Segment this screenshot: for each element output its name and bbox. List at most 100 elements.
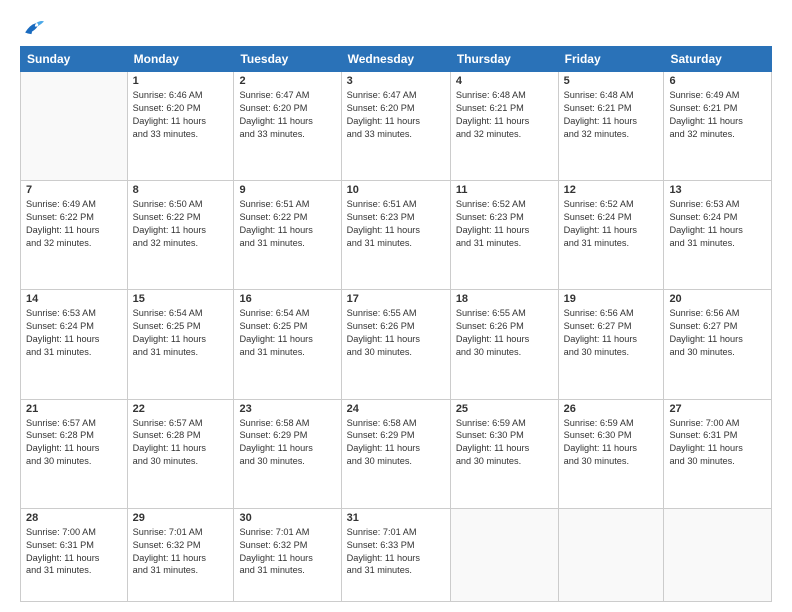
day-info: Sunrise: 6:53 AMSunset: 6:24 PMDaylight:… [26,307,122,359]
calendar-cell: 5Sunrise: 6:48 AMSunset: 6:21 PMDaylight… [558,72,664,181]
day-info: Sunrise: 7:01 AMSunset: 6:33 PMDaylight:… [347,526,445,578]
day-number: 3 [347,75,445,87]
day-info: Sunrise: 6:47 AMSunset: 6:20 PMDaylight:… [347,89,445,141]
day-info: Sunrise: 6:59 AMSunset: 6:30 PMDaylight:… [564,417,659,469]
calendar-cell: 8 Sunrise: 6:50 AMSunset: 6:22 PMDaylight… [127,181,234,290]
day-number: 17 [347,293,445,305]
calendar-cell [450,508,558,601]
day-info: Sunrise: 6:46 AMSunset: 6:20 PMDaylight:… [133,89,229,141]
calendar-cell: 18 Sunrise: 6:55 AMSunset: 6:26 PMDayligh… [450,290,558,399]
day-info: Sunrise: 6:56 AMSunset: 6:27 PMDaylight:… [669,307,766,359]
calendar-cell: 26 Sunrise: 6:59 AMSunset: 6:30 PMDayligh… [558,399,664,508]
day-number: 13 [669,184,766,196]
calendar-cell: 6Sunrise: 6:49 AMSunset: 6:21 PMDaylight… [664,72,772,181]
day-number: 25 [456,403,553,415]
day-info: Sunrise: 6:50 AMSunset: 6:22 PMDaylight:… [133,198,229,250]
day-info: Sunrise: 7:00 AMSunset: 6:31 PMDaylight:… [26,526,122,578]
weekday-header-monday: Monday [127,47,234,72]
day-number: 23 [239,403,335,415]
day-info: Sunrise: 6:55 AMSunset: 6:26 PMDaylight:… [347,307,445,359]
calendar-cell: 24 Sunrise: 6:58 AMSunset: 6:29 PMDayligh… [341,399,450,508]
calendar-cell [21,72,128,181]
day-number: 29 [133,512,229,524]
calendar-cell: 11Sunrise: 6:52 AMSunset: 6:23 PMDayligh… [450,181,558,290]
calendar-cell: 22Sunrise: 6:57 AMSunset: 6:28 PMDayligh… [127,399,234,508]
calendar-cell: 21 Sunrise: 6:57 AMSunset: 6:28 PMDayligh… [21,399,128,508]
calendar-cell: 3 Sunrise: 6:47 AMSunset: 6:20 PMDaylight… [341,72,450,181]
day-number: 22 [133,403,229,415]
calendar-cell: 28 Sunrise: 7:00 AMSunset: 6:31 PMDayligh… [21,508,128,601]
day-number: 12 [564,184,659,196]
day-info: Sunrise: 6:49 AMSunset: 6:22 PMDaylight:… [26,198,122,250]
day-info: Sunrise: 7:01 AMSunset: 6:32 PMDaylight:… [239,526,335,578]
day-number: 18 [456,293,553,305]
day-number: 5 [564,75,659,87]
calendar-cell: 13 Sunrise: 6:53 AMSunset: 6:24 PMDayligh… [664,181,772,290]
day-info: Sunrise: 6:55 AMSunset: 6:26 PMDaylight:… [456,307,553,359]
day-number: 9 [239,184,335,196]
calendar-cell: 25 Sunrise: 6:59 AMSunset: 6:30 PMDayligh… [450,399,558,508]
header [20,18,772,36]
weekday-header-sunday: Sunday [21,47,128,72]
calendar-cell: 29Sunrise: 7:01 AMSunset: 6:32 PMDayligh… [127,508,234,601]
weekday-header-wednesday: Wednesday [341,47,450,72]
calendar-week-4: 21 Sunrise: 6:57 AMSunset: 6:28 PMDayligh… [21,399,772,508]
calendar-cell: 31 Sunrise: 7:01 AMSunset: 6:33 PMDayligh… [341,508,450,601]
day-number: 28 [26,512,122,524]
calendar-cell: 2 Sunrise: 6:47 AMSunset: 6:20 PMDaylight… [234,72,341,181]
day-number: 19 [564,293,659,305]
calendar-cell: 17 Sunrise: 6:55 AMSunset: 6:26 PMDayligh… [341,290,450,399]
calendar-cell: 16Sunrise: 6:54 AMSunset: 6:25 PMDayligh… [234,290,341,399]
day-number: 30 [239,512,335,524]
calendar-cell: 20Sunrise: 6:56 AMSunset: 6:27 PMDayligh… [664,290,772,399]
day-number: 8 [133,184,229,196]
calendar-cell: 12 Sunrise: 6:52 AMSunset: 6:24 PMDayligh… [558,181,664,290]
day-number: 2 [239,75,335,87]
calendar-cell: 4 Sunrise: 6:48 AMSunset: 6:21 PMDaylight… [450,72,558,181]
day-number: 27 [669,403,766,415]
logo [20,18,44,36]
day-number: 16 [239,293,335,305]
day-info: Sunrise: 6:47 AMSunset: 6:20 PMDaylight:… [239,89,335,141]
day-number: 15 [133,293,229,305]
calendar-cell [558,508,664,601]
weekday-header-saturday: Saturday [664,47,772,72]
calendar-cell: 9 Sunrise: 6:51 AMSunset: 6:22 PMDaylight… [234,181,341,290]
day-info: Sunrise: 6:58 AMSunset: 6:29 PMDaylight:… [347,417,445,469]
day-number: 1 [133,75,229,87]
day-info: Sunrise: 6:52 AMSunset: 6:24 PMDaylight:… [564,198,659,250]
calendar-cell: 30 Sunrise: 7:01 AMSunset: 6:32 PMDayligh… [234,508,341,601]
day-number: 26 [564,403,659,415]
day-number: 21 [26,403,122,415]
calendar-week-3: 14 Sunrise: 6:53 AMSunset: 6:24 PMDayligh… [21,290,772,399]
day-number: 11 [456,184,553,196]
page: SundayMondayTuesdayWednesdayThursdayFrid… [0,0,792,612]
weekday-header-thursday: Thursday [450,47,558,72]
day-info: Sunrise: 6:59 AMSunset: 6:30 PMDaylight:… [456,417,553,469]
day-info: Sunrise: 6:53 AMSunset: 6:24 PMDaylight:… [669,198,766,250]
day-number: 7 [26,184,122,196]
day-info: Sunrise: 6:57 AMSunset: 6:28 PMDaylight:… [26,417,122,469]
day-number: 24 [347,403,445,415]
day-number: 6 [669,75,766,87]
day-number: 10 [347,184,445,196]
logo-bird-icon [22,18,44,36]
weekday-header-tuesday: Tuesday [234,47,341,72]
day-number: 14 [26,293,122,305]
calendar-cell: 27 Sunrise: 7:00 AMSunset: 6:31 PMDayligh… [664,399,772,508]
calendar-cell: 15 Sunrise: 6:54 AMSunset: 6:25 PMDayligh… [127,290,234,399]
day-number: 4 [456,75,553,87]
calendar-cell: 14 Sunrise: 6:53 AMSunset: 6:24 PMDayligh… [21,290,128,399]
calendar-cell: 1 Sunrise: 6:46 AMSunset: 6:20 PMDaylight… [127,72,234,181]
day-info: Sunrise: 6:56 AMSunset: 6:27 PMDaylight:… [564,307,659,359]
calendar-week-1: 1 Sunrise: 6:46 AMSunset: 6:20 PMDaylight… [21,72,772,181]
day-info: Sunrise: 6:48 AMSunset: 6:21 PMDaylight:… [456,89,553,141]
day-info: Sunrise: 6:54 AMSunset: 6:25 PMDaylight:… [133,307,229,359]
calendar-header-row: SundayMondayTuesdayWednesdayThursdayFrid… [21,47,772,72]
day-info: Sunrise: 6:51 AMSunset: 6:23 PMDaylight:… [347,198,445,250]
calendar-week-2: 7 Sunrise: 6:49 AMSunset: 6:22 PMDaylight… [21,181,772,290]
day-number: 31 [347,512,445,524]
day-info: Sunrise: 7:00 AMSunset: 6:31 PMDaylight:… [669,417,766,469]
day-info: Sunrise: 6:51 AMSunset: 6:22 PMDaylight:… [239,198,335,250]
calendar-week-5: 28 Sunrise: 7:00 AMSunset: 6:31 PMDayligh… [21,508,772,601]
